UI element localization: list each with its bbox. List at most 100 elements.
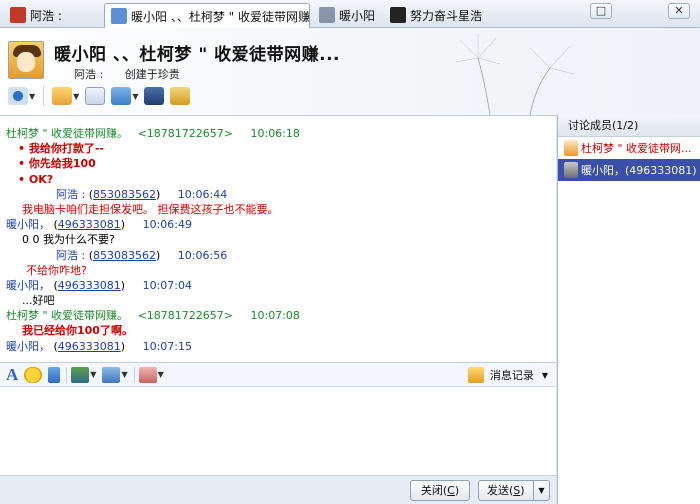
tab-strip: 阿浩 : 暖小阳 、、杜柯梦 " 收爱徒带网赚... 暖小阳 努力奋斗星浩 □ … [0, 0, 700, 28]
send-button[interactable]: 发送(S) ▼ [478, 480, 550, 501]
message-text: • 我给你打款了-- [18, 142, 104, 156]
eye-icon [8, 87, 28, 105]
sender-name: 阿浩 : [56, 248, 86, 262]
tab-nuanxiaoyang[interactable]: 暖小阳 [313, 3, 385, 27]
user-settings-button[interactable] [144, 85, 165, 107]
close-paren: ) [454, 484, 460, 497]
smiley-icon [24, 366, 43, 383]
screenshot-button[interactable]: ▼ [102, 366, 128, 383]
chevron-down-icon: ▼ [90, 370, 97, 379]
input-toolbar: A ▼ ▼ ▼ 消息记录 ▼ [0, 362, 556, 387]
member-name: 杜柯梦 " 收爱徒带网... [581, 142, 692, 155]
tab-ahao[interactable]: 阿浩 : [4, 3, 104, 27]
tab-nulifendou[interactable]: 努力奋斗星浩 [384, 3, 484, 27]
message-time: 10:06:44 [177, 187, 228, 201]
sender-id-link[interactable]: 853083562 [93, 188, 156, 201]
avatar-icon [319, 7, 335, 23]
message-time: 10:06:56 [177, 248, 228, 262]
tools-icon [138, 366, 157, 383]
message-text: 我电脑卡咱们走担保发吧。 担保费这孩子也不能要。 [22, 202, 279, 216]
chevron-down-icon: ▼ [541, 370, 548, 380]
tab-label: 暖小阳 、、杜柯梦 " 收爱徒带网赚... [131, 9, 310, 24]
send-options-chevron-icon[interactable]: ▼ [533, 481, 549, 500]
add-member-button[interactable]: ▼ [111, 85, 138, 107]
folder-share-icon [52, 87, 73, 105]
image-button[interactable]: ▼ [71, 366, 97, 383]
send-label: 发送( [487, 484, 514, 497]
message-history-button[interactable]: 消息记录 ▼ [467, 367, 548, 383]
sender-id-link[interactable]: 853083562 [93, 249, 156, 262]
message-header: 阿浩 : (853083562) 10:06:56 [56, 248, 228, 262]
message-time: 10:06:18 [250, 127, 300, 140]
user-settings-icon [144, 87, 165, 105]
font-icon: A [6, 364, 19, 384]
history-label: 消息记录 [489, 369, 534, 382]
restore-button[interactable]: □ [590, 3, 612, 19]
sender-id-link[interactable]: 496333081 [58, 340, 121, 353]
message-text: 我已经给你100了啊。 [22, 324, 133, 338]
message-time: 10:07:08 [250, 309, 300, 323]
sender-id-link[interactable]: 496333081 [58, 218, 121, 231]
avatar-icon [390, 7, 406, 23]
member-item[interactable]: 杜柯梦 " 收爱徒带网... [558, 137, 700, 159]
tab-label: 暖小阳 [339, 8, 376, 23]
member-panel: 讨论成员(1/2) 杜柯梦 " 收爱徒带网... 暖小阳，(496333081) [557, 115, 700, 504]
app-button[interactable] [170, 85, 191, 107]
font-button[interactable]: A [6, 365, 18, 385]
dandelion-decoration [455, 34, 575, 115]
tab-group-chat[interactable]: 暖小阳 、、杜柯梦 " 收爱徒带网赚... [104, 3, 310, 28]
message-text: ...好吧 [22, 294, 55, 308]
close-button[interactable]: 关闭(C) [410, 480, 470, 501]
history-icon [467, 367, 484, 383]
message-text: 不给你咋地? [26, 263, 87, 277]
creator-label: 创建于珍贵 [124, 68, 180, 81]
email-button[interactable] [85, 85, 106, 107]
sender-name: 暖小阳， [6, 339, 50, 353]
add-member-icon [111, 87, 132, 105]
member-avatar [564, 162, 578, 178]
message-time: 10:06:49 [142, 218, 192, 232]
chat-header: 暖小阳 、、杜柯梦 " 收爱徒带网赚... 阿浩 : 创建于珍贵 ▼ ▼ ▼ [0, 28, 700, 115]
close-window-button[interactable]: ✕ [668, 3, 690, 19]
header-toolbar: ▼ ▼ ▼ [8, 84, 191, 108]
chevron-down-icon: ▼ [121, 370, 128, 379]
screenshot-icon [102, 366, 121, 383]
send-paren: ) [520, 484, 525, 497]
message-header: 杜柯梦 " 收爱徒带网赚。 <18781722657> 10:07:08 [6, 308, 534, 323]
message-list: 杜柯梦 " 收爱徒带网赚。 <18781722657> 10:06:18 • 我… [6, 126, 534, 354]
message-time: 10:07:04 [142, 278, 192, 292]
member-panel-title: 讨论成员(1/2) [558, 115, 700, 137]
close-label: 关闭( [420, 484, 448, 497]
voice-button[interactable] [48, 366, 61, 383]
microphone-icon [48, 366, 61, 383]
profile-button[interactable]: ▼ [8, 85, 35, 107]
member-item[interactable]: 暖小阳，(496333081) [558, 159, 700, 181]
sender-name: 杜柯梦 " 收爱徒带网赚。 [6, 127, 129, 140]
sender-name: 杜柯梦 " 收爱徒带网赚。 [6, 309, 129, 323]
message-input[interactable] [0, 387, 556, 475]
message-text: • 你先给我100 [18, 157, 96, 171]
sender-id: <18781722657> [137, 127, 233, 140]
group-avatar[interactable] [8, 41, 44, 79]
sender-id: <18781722657> [137, 309, 233, 323]
image-icon [71, 366, 90, 383]
qq-penguin-icon [10, 7, 26, 23]
creator-name: 阿浩 : [74, 68, 104, 81]
tab-label: 阿浩 : [30, 8, 62, 23]
chat-title: 暖小阳 、、杜柯梦 " 收爱徒带网赚... [54, 45, 340, 65]
more-tools-button[interactable]: ▼ [138, 366, 164, 383]
app-icon [170, 87, 191, 105]
sender-id-link[interactable]: 496333081 [58, 279, 121, 292]
close-shortcut: C [447, 484, 455, 497]
chevron-down-icon: ▼ [157, 370, 164, 379]
file-share-button[interactable]: ▼ [52, 85, 79, 107]
creator-info: 阿浩 : 创建于珍贵 [74, 66, 198, 82]
tab-label: 努力奋斗星浩 [410, 8, 483, 23]
emoji-button[interactable] [24, 366, 43, 383]
message-header: 暖小阳， (496333081) 10:07:04 [6, 278, 192, 292]
message-header: 杜柯梦 " 收爱徒带网赚。 <18781722657> 10:06:18 [6, 126, 534, 141]
chevron-down-icon: ▼ [73, 91, 80, 101]
message-text: • OK? [18, 172, 54, 186]
email-icon [85, 87, 106, 105]
message-area[interactable]: 杜柯梦 " 收爱徒带网赚。 <18781722657> 10:06:18 • 我… [0, 115, 556, 362]
